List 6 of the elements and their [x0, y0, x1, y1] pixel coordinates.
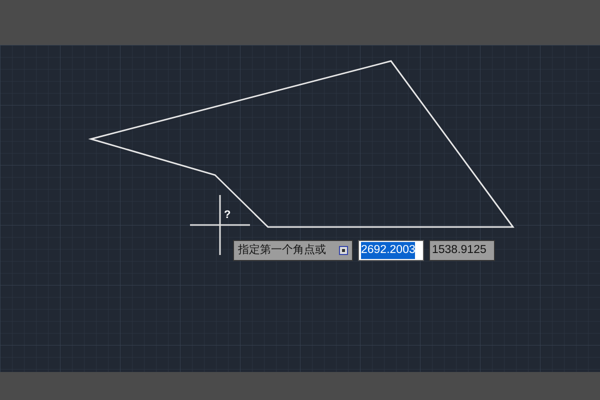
prompt-text: 指定第一个角点或: [238, 242, 326, 258]
options-icon[interactable]: [339, 246, 348, 255]
coordinate-field[interactable]: 2692.2003: [358, 240, 424, 261]
crosshair-icon: [190, 195, 250, 255]
coordinate-field[interactable]: 1538.9125: [429, 240, 495, 261]
cursor-marker: ?: [224, 208, 231, 223]
